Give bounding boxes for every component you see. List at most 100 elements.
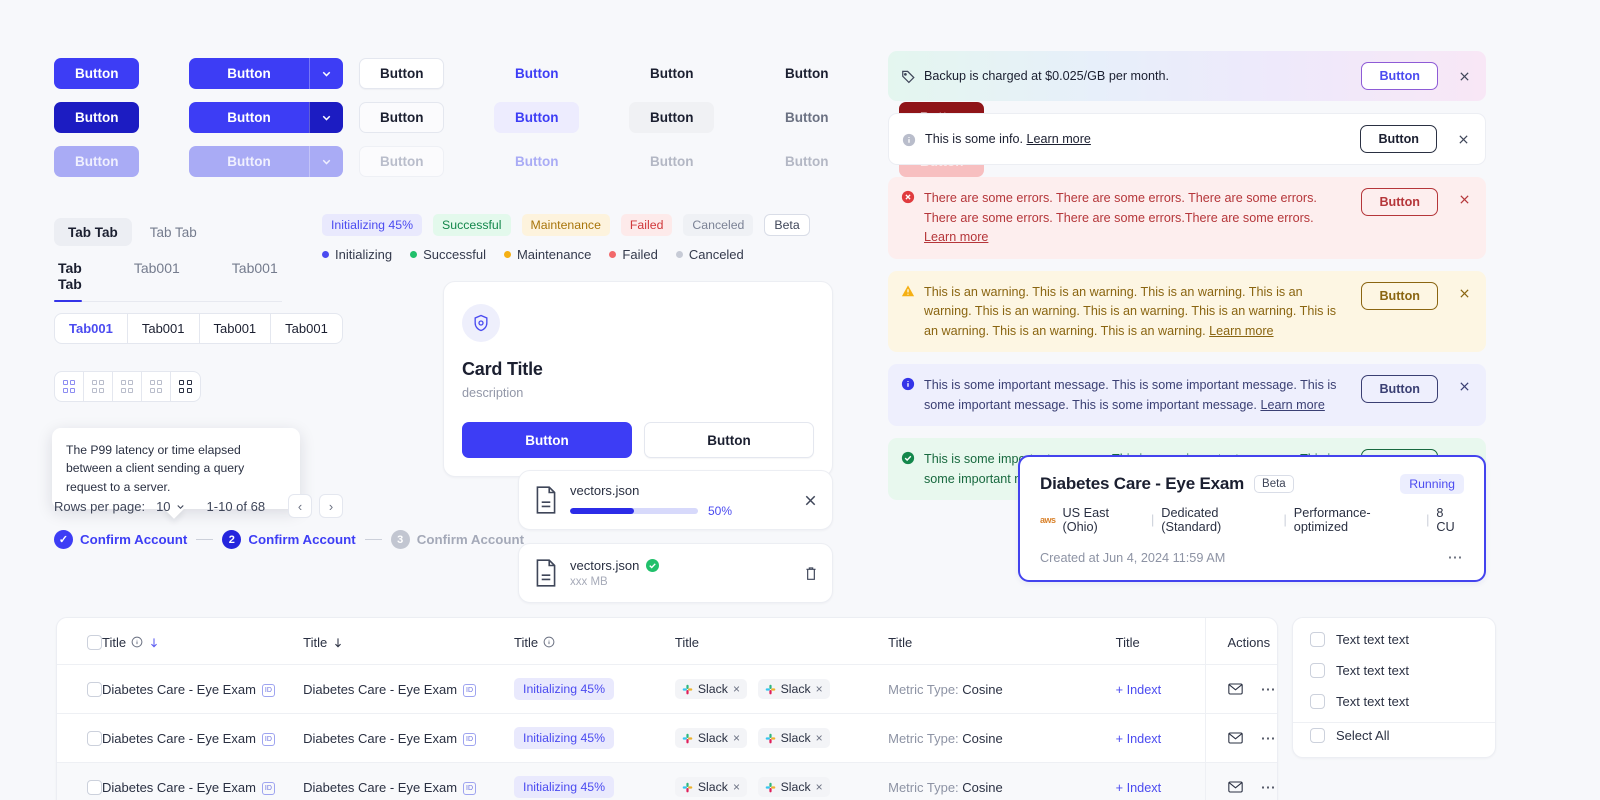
close-icon[interactable]: [1456, 380, 1473, 393]
table-header-title-2[interactable]: Title: [303, 618, 514, 665]
split-button-primary-hover[interactable]: Button: [189, 101, 343, 133]
segmented-tab-2[interactable]: Tab001: [128, 314, 200, 343]
button-primary-hover[interactable]: Button: [54, 101, 140, 133]
checkbox-select-all[interactable]: Select All: [1293, 722, 1495, 751]
remove-tag-icon[interactable]: ×: [733, 682, 740, 696]
row-checkbox[interactable]: [87, 780, 102, 796]
tag-chip[interactable]: Slack ×: [757, 728, 830, 749]
table-header-title-1[interactable]: Title: [102, 618, 303, 665]
table-row[interactable]: Diabetes Care - Eye Exam ID Diabetes Care…: [57, 664, 1278, 714]
step-1[interactable]: ✓ Confirm Account: [54, 530, 187, 549]
add-index-link[interactable]: + Indext: [1116, 683, 1162, 697]
tag-chip[interactable]: Slack ×: [674, 777, 747, 798]
alert-info-button[interactable]: Button: [1360, 125, 1437, 153]
table-header-title-3[interactable]: Title: [514, 618, 675, 665]
segmented-tab-4[interactable]: Tab001: [271, 314, 342, 343]
row-more-button[interactable]: ⋯: [1261, 682, 1278, 697]
alert-promo-button[interactable]: Button: [1361, 62, 1438, 90]
checkbox-item-2[interactable]: Text text text: [1293, 655, 1495, 686]
button-text[interactable]: Button: [764, 58, 849, 89]
select-all-checkbox[interactable]: [1310, 728, 1325, 743]
pill-tab-1[interactable]: Tab Tab: [54, 218, 132, 246]
grid-view-tab-1[interactable]: [55, 372, 84, 401]
button-plain[interactable]: Button: [629, 58, 714, 89]
learn-more-link[interactable]: Learn more: [1209, 324, 1273, 338]
button-ghost[interactable]: Button: [494, 58, 579, 89]
remove-tag-icon[interactable]: ×: [733, 780, 740, 794]
remove-tag-icon[interactable]: ×: [816, 780, 823, 794]
trash-icon[interactable]: [804, 566, 818, 581]
copy-id-icon[interactable]: ID: [261, 683, 275, 697]
grid-view-tab-2[interactable]: [84, 372, 113, 401]
row-more-button[interactable]: ⋯: [1261, 731, 1278, 746]
card-primary-button[interactable]: Button: [462, 422, 632, 458]
grid-view-tab-3[interactable]: [113, 372, 142, 401]
row-more-button[interactable]: ⋯: [1261, 780, 1278, 795]
checkbox[interactable]: [1310, 694, 1325, 709]
close-icon[interactable]: [1456, 70, 1473, 83]
checkbox-item-3[interactable]: Text text text: [1293, 686, 1495, 717]
mail-icon[interactable]: [1227, 780, 1243, 794]
row-checkbox[interactable]: [87, 682, 102, 698]
copy-id-icon[interactable]: ID: [261, 781, 275, 795]
remove-tag-icon[interactable]: ×: [816, 731, 823, 745]
instance-more-button[interactable]: ⋯: [1448, 550, 1465, 565]
copy-id-icon[interactable]: ID: [463, 732, 477, 746]
button-ghost-hover[interactable]: Button: [494, 101, 580, 133]
select-all-checkbox[interactable]: [87, 635, 102, 651]
mail-icon[interactable]: [1227, 682, 1243, 696]
close-icon[interactable]: [803, 493, 818, 508]
close-icon[interactable]: [1456, 287, 1473, 300]
next-page-button[interactable]: ›: [319, 494, 344, 518]
row-checkbox[interactable]: [87, 731, 102, 747]
tag-chip[interactable]: Slack ×: [674, 679, 747, 700]
underline-tab-3[interactable]: Tab001: [228, 260, 300, 301]
split-main-primary-hover[interactable]: Button: [189, 101, 309, 133]
button-outline[interactable]: Button: [359, 57, 445, 89]
split-button-primary[interactable]: Button: [189, 57, 343, 89]
learn-more-link[interactable]: Learn more: [1026, 132, 1090, 146]
checkbox[interactable]: [1310, 632, 1325, 647]
copy-id-icon[interactable]: ID: [463, 683, 477, 697]
checkbox[interactable]: [1310, 663, 1325, 678]
alert-important-button[interactable]: Button: [1361, 375, 1438, 404]
sort-down-icon[interactable]: [148, 636, 160, 649]
underline-tab-2[interactable]: Tab001: [130, 260, 202, 301]
sort-down-icon[interactable]: [332, 636, 344, 649]
underline-tab-1[interactable]: Tab Tab: [54, 260, 104, 302]
close-icon[interactable]: [1456, 193, 1473, 206]
grid-view-tab-4[interactable]: [142, 372, 171, 401]
button-outline-hover[interactable]: Button: [359, 101, 445, 133]
learn-more-link[interactable]: Learn more: [1260, 398, 1324, 412]
tag-chip[interactable]: Slack ×: [674, 728, 747, 749]
table-row[interactable]: Diabetes Care - Eye Exam ID Diabetes Care…: [57, 762, 1278, 800]
rows-per-page-select[interactable]: 10: [156, 499, 185, 514]
copy-id-icon[interactable]: ID: [463, 781, 477, 795]
table-header-title-6[interactable]: Title: [1116, 618, 1205, 665]
chevron-down-icon[interactable]: [309, 57, 343, 89]
table-row[interactable]: Diabetes Care - Eye Exam ID Diabetes Care…: [57, 713, 1278, 763]
alert-error-button[interactable]: Button: [1361, 188, 1438, 216]
tag-chip[interactable]: Slack ×: [757, 679, 830, 700]
mail-icon[interactable]: [1227, 731, 1243, 745]
pill-tab-2[interactable]: Tab Tab: [136, 218, 211, 246]
segmented-tab-1[interactable]: Tab001: [55, 314, 128, 343]
button-text-hover[interactable]: Button: [764, 102, 849, 133]
grid-view-tab-5[interactable]: [171, 372, 200, 401]
instance-card[interactable]: Diabetes Care - Eye Exam Beta Running aw…: [1018, 455, 1486, 582]
button-plain-hover[interactable]: Button: [629, 101, 715, 133]
remove-tag-icon[interactable]: ×: [733, 731, 740, 745]
close-icon[interactable]: [1455, 133, 1472, 146]
alert-warning-button[interactable]: Button: [1361, 281, 1438, 310]
add-index-link[interactable]: + Indext: [1116, 781, 1162, 795]
step-2[interactable]: 2 Confirm Account: [222, 530, 356, 549]
checkbox-item-1[interactable]: Text text text: [1293, 624, 1495, 655]
chevron-down-icon[interactable]: [309, 101, 343, 133]
split-main-primary[interactable]: Button: [189, 57, 309, 89]
learn-more-link[interactable]: Learn more: [924, 230, 988, 244]
segmented-tab-3[interactable]: Tab001: [200, 314, 272, 343]
add-index-link[interactable]: + Indext: [1116, 732, 1162, 746]
remove-tag-icon[interactable]: ×: [816, 682, 823, 696]
copy-id-icon[interactable]: ID: [261, 732, 275, 746]
prev-page-button[interactable]: ‹: [288, 494, 313, 518]
